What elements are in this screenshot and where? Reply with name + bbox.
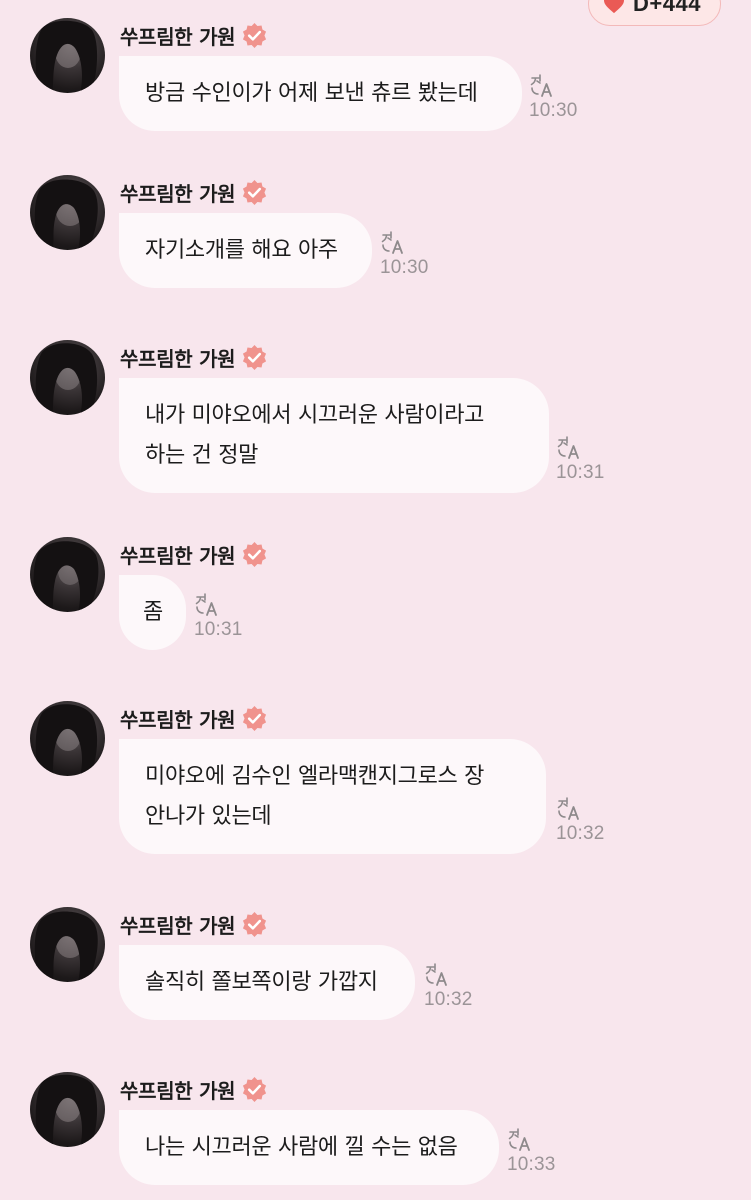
sender-name-row: 쑤프림한 가원 [120,342,268,372]
sender-name-row: 쑤프림한 가원 [120,539,268,569]
message-meta: 10:31 [556,434,605,484]
avatar[interactable] [30,18,105,93]
message-text-line: 방금 수인이가 어제 보낸 츄르 봤는데 [145,80,478,106]
verified-badge-icon [243,541,267,567]
translate-icon[interactable] [380,229,406,255]
timestamp: 10:31 [556,462,605,483]
message-bubble[interactable]: 자기소개를 해요 아주 [119,213,372,288]
verified-badge-icon [243,705,267,731]
sender-name: 쑤프림한 가원 [120,543,236,568]
sender-name-row: 쑤프림한 가원 [120,20,268,50]
verified-badge-icon [243,911,267,937]
translate-icon[interactable] [556,434,582,460]
avatar[interactable] [30,701,105,776]
message-bubble[interactable]: 방금 수인이가 어제 보낸 츄르 봤는데 [119,56,522,131]
timestamp: 10:31 [194,619,243,640]
sender-name: 쑤프림한 가원 [120,181,236,206]
sender-name-row: 쑤프림한 가원 [120,909,268,939]
message-meta: 10:30 [529,72,578,122]
message-bubble[interactable]: 내가 미야오에서 시끄러운 사람이라고 하는 건 정말 [119,378,549,493]
avatar[interactable] [30,537,105,612]
timestamp: 10:33 [507,1154,556,1175]
message-meta: 10:30 [380,229,429,279]
message-meta: 10:31 [194,591,243,641]
message-text-line: 하는 건 정말 [145,442,259,468]
timestamp: 10:32 [424,989,473,1010]
sender-name: 쑤프림한 가원 [120,707,236,732]
sender-name: 쑤프림한 가원 [120,913,236,938]
verified-badge-icon [243,179,267,205]
message-text-line: 자기소개를 해요 아주 [145,237,338,263]
translate-icon[interactable] [529,72,555,98]
message-text-line: 나는 시끄러운 사람에 낄 수는 없음 [145,1134,458,1160]
message-text-line: 좀 [143,599,163,625]
avatar[interactable] [30,340,105,415]
sender-name: 쑤프림한 가원 [120,1078,236,1103]
verified-badge-icon [243,1076,267,1102]
message-bubble[interactable]: 솔직히 쫄보쪽이랑 가깝지 [119,945,415,1020]
message-text-line: 미야오에 김수인 엘라맥캔지그로스 장 [145,763,485,789]
timestamp: 10:30 [380,257,429,278]
dday-badge[interactable]: D+444 [588,0,721,26]
message-meta: 10:33 [507,1126,556,1176]
verified-badge-icon [243,344,267,370]
translate-icon[interactable] [424,961,450,987]
translate-icon[interactable] [507,1126,533,1152]
verified-badge-icon [243,22,267,48]
sender-name: 쑤프림한 가원 [120,24,236,49]
sender-name-row: 쑤프림한 가원 [120,1074,268,1104]
dday-label: D+444 [633,0,701,16]
message-bubble[interactable]: 미야오에 김수인 엘라맥캔지그로스 장 안나가 있는데 [119,739,546,854]
message-text-line: 내가 미야오에서 시끄러운 사람이라고 [145,402,485,428]
timestamp: 10:30 [529,100,578,121]
avatar[interactable] [30,907,105,982]
heart-icon [604,0,624,14]
message-text-line: 안나가 있는데 [145,803,272,829]
translate-icon[interactable] [194,591,220,617]
sender-name-row: 쑤프림한 가원 [120,177,268,207]
translate-icon[interactable] [556,795,582,821]
message-text-line: 솔직히 쫄보쪽이랑 가깝지 [145,969,378,995]
sender-name-row: 쑤프림한 가원 [120,703,268,733]
message-meta: 10:32 [556,795,605,845]
message-bubble[interactable]: 나는 시끄러운 사람에 낄 수는 없음 [119,1110,499,1185]
avatar[interactable] [30,1072,105,1147]
message-meta: 10:32 [424,961,473,1011]
timestamp: 10:32 [556,823,605,844]
message-bubble[interactable]: 좀 [119,575,186,650]
avatar[interactable] [30,175,105,250]
sender-name: 쑤프림한 가원 [120,346,236,371]
